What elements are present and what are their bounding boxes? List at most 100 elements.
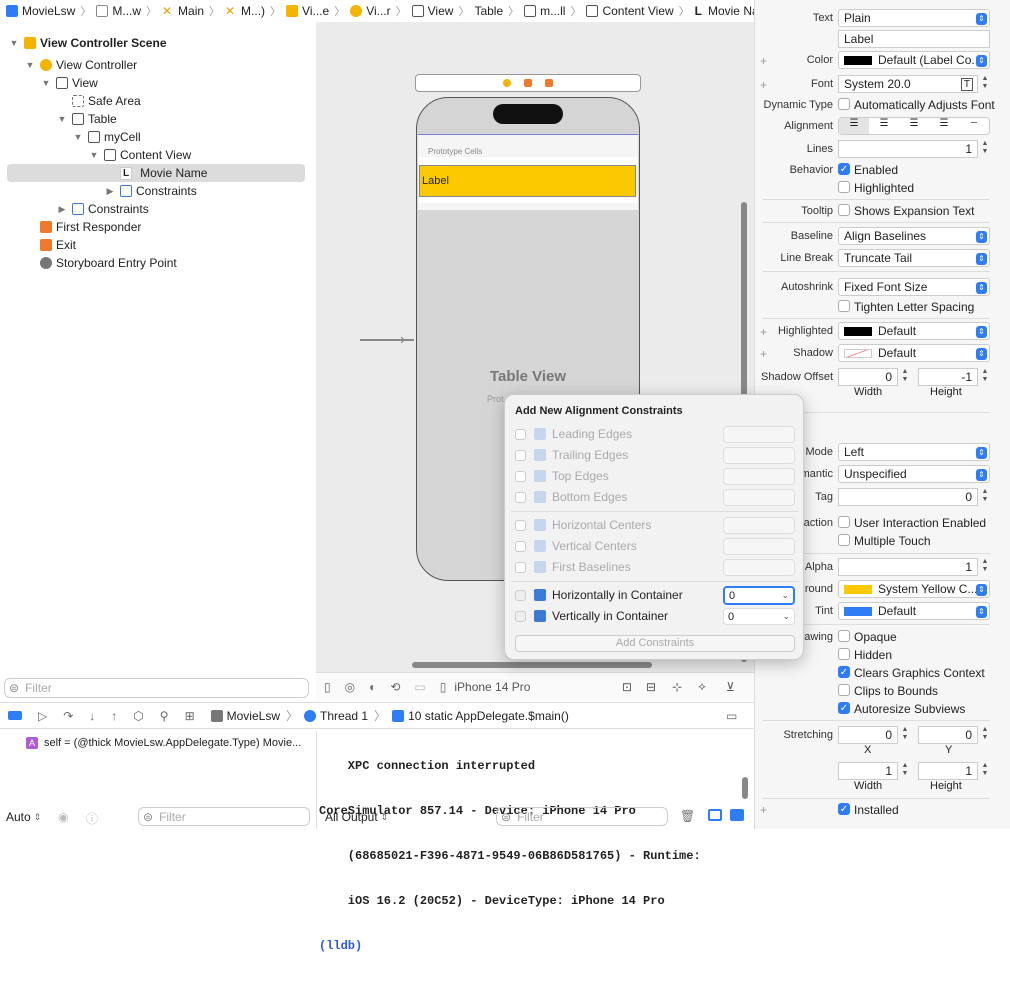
content-mode-popup[interactable]: Left ⇕ — [838, 443, 990, 461]
add-variation-icon[interactable]: + — [760, 803, 767, 817]
add-constraints-icon[interactable]: ⊹ — [672, 680, 682, 694]
vertically-in-container-option[interactable]: Vertically in Container — [515, 607, 668, 625]
alpha-stepper[interactable]: ▲ ▼ — [980, 558, 990, 576]
variable-row[interactable]: Aself = (@thick MovieLsw.AppDelegate.Typ… — [26, 737, 301, 749]
bottom-edges-offset[interactable] — [723, 489, 795, 506]
leading-edges-option[interactable]: Leading Edges — [515, 425, 632, 443]
semantic-popup[interactable]: Unspecified ⇕ — [838, 465, 990, 483]
stretch-y-field[interactable]: 0 — [918, 726, 978, 744]
outline-item-constraints-inner[interactable]: ▶ Constraints — [104, 182, 197, 200]
clears-context-checkbox[interactable]: ✓ — [838, 666, 850, 678]
alpha-field[interactable]: 1 — [838, 558, 978, 576]
appearance-icon[interactable]: ◐ — [369, 680, 376, 694]
lines-stepper[interactable]: ▲ ▼ — [980, 140, 990, 158]
outline-filter-input[interactable]: ⊜ Filter — [4, 678, 309, 698]
outline-item-scene[interactable]: ▼ View Controller Scene — [8, 34, 167, 52]
show-console-icon[interactable] — [730, 809, 744, 821]
highlighted-color-popup[interactable]: Default ⇕ — [838, 322, 990, 340]
first-baselines-offset[interactable] — [723, 559, 795, 576]
align-right-icon[interactable]: ☰ — [899, 118, 929, 134]
align-center-icon[interactable]: ☰ — [869, 118, 899, 134]
stretch-width-field[interactable]: 1 — [838, 762, 898, 780]
top-edges-offset[interactable] — [723, 468, 795, 485]
show-variables-icon[interactable] — [708, 809, 722, 821]
device-icon[interactable]: ▯ — [440, 680, 447, 694]
stretch-height-stepper[interactable]: ▲ ▼ — [980, 762, 990, 780]
vertical-centers-offset[interactable] — [723, 538, 795, 555]
toggle-debug-icon[interactable] — [8, 711, 22, 720]
vertically-in-container-checkbox[interactable] — [515, 610, 526, 622]
add-constraints-button[interactable]: Add Constraints — [515, 635, 795, 652]
enabled-checkbox[interactable]: ✓ — [838, 163, 850, 175]
tighten-checkbox[interactable] — [838, 300, 850, 312]
embed-icon[interactable]: ⊻ — [726, 680, 735, 694]
top-edges-checkbox[interactable] — [515, 470, 526, 482]
variables-filter-input[interactable]: ⊜ Filter — [138, 807, 310, 826]
step-over-icon[interactable]: ↷ — [63, 709, 73, 723]
horizontal-centers-checkbox[interactable] — [515, 519, 526, 531]
stretch-y-stepper[interactable]: ▲ ▼ — [980, 726, 990, 744]
memory-graph-icon[interactable]: ⚲ — [160, 709, 169, 723]
environment-icon[interactable]: ⊞ — [185, 709, 195, 723]
installed-checkbox[interactable]: ✓ — [838, 803, 850, 815]
tag-stepper[interactable]: ▲ ▼ — [980, 488, 990, 506]
font-field[interactable]: System 20.0 T — [838, 75, 978, 93]
align-icon[interactable]: ⊟ — [646, 680, 656, 694]
hidden-checkbox[interactable] — [838, 648, 850, 660]
trailing-edges-offset[interactable] — [723, 447, 795, 464]
vertical-centers-checkbox[interactable] — [515, 540, 526, 552]
trailing-edges-option[interactable]: Trailing Edges — [515, 446, 628, 464]
device-selector[interactable]: iPhone 14 Pro — [454, 680, 530, 694]
horizontal-centers-offset[interactable] — [723, 517, 795, 534]
console-toggle-icon[interactable]: ▭ — [726, 709, 737, 723]
quick-look-icon[interactable]: ◉ — [58, 810, 68, 824]
font-picker-icon[interactable]: T — [960, 78, 973, 91]
trailing-edges-checkbox[interactable] — [515, 449, 526, 461]
multiple-touch-checkbox[interactable] — [838, 534, 850, 546]
horizontal-container-offset[interactable]: 0 ⌄ — [723, 586, 795, 605]
shadow-height-stepper[interactable]: ▲ ▼ — [980, 368, 990, 386]
text-field[interactable]: Label — [838, 30, 990, 48]
disclosure-icon[interactable]: ▼ — [72, 132, 84, 142]
baseline-popup[interactable]: Align Baselines ⇕ — [838, 227, 990, 245]
shadow-width-stepper[interactable]: ▲ ▼ — [900, 368, 910, 386]
shadow-height-field[interactable]: -1 — [918, 368, 978, 386]
bottom-edges-checkbox[interactable] — [515, 491, 526, 503]
continue-icon[interactable]: ▷ — [38, 709, 47, 723]
console-scrollbar[interactable] — [742, 777, 748, 799]
top-edges-option[interactable]: Top Edges — [515, 467, 609, 485]
canvas-horizontal-scrollbar[interactable] — [412, 662, 652, 668]
dynamic-type-checkbox[interactable] — [838, 98, 850, 110]
accessibility-icon[interactable]: ◎ — [345, 680, 355, 694]
tag-field[interactable]: 0 — [838, 488, 978, 506]
shadow-width-field[interactable]: 0 — [838, 368, 898, 386]
leading-edges-checkbox[interactable] — [515, 428, 526, 440]
autoresize-checkbox[interactable]: ✓ — [838, 702, 850, 714]
resolve-issues-icon[interactable]: ⟡ — [698, 679, 706, 694]
autoshrink-popup[interactable]: Fixed Font Size ⇕ — [838, 278, 990, 296]
step-into-icon[interactable]: ↓ — [89, 709, 95, 723]
align-left-icon[interactable]: ☰ — [839, 118, 869, 134]
step-out-icon[interactable]: ↑ — [111, 709, 117, 723]
horizontally-in-container-option[interactable]: Horizontally in Container — [515, 586, 683, 604]
stretch-x-field[interactable]: 0 — [838, 726, 898, 744]
info-icon[interactable]: ⓘ — [86, 810, 98, 827]
lines-field[interactable]: 1 — [838, 140, 978, 158]
auto-selector[interactable]: Auto ⇕ — [6, 810, 41, 824]
console-filter-input[interactable]: ⊜ Filter — [496, 807, 668, 826]
tint-color-popup[interactable]: Default ⇕ — [838, 602, 990, 620]
output-selector[interactable]: All Output ⇕ — [325, 810, 388, 824]
update-frames-icon[interactable]: ⊡ — [622, 680, 632, 694]
align-justify-icon[interactable]: ☰ — [929, 118, 959, 134]
alignment-segmented[interactable]: ☰ ☰ ☰ ☰ ┄ — [838, 117, 990, 135]
leading-edges-offset[interactable] — [723, 426, 795, 443]
disclosure-icon[interactable]: ▶ — [104, 186, 116, 197]
stretch-width-stepper[interactable]: ▲ ▼ — [900, 762, 910, 780]
disclosure-icon[interactable]: ▼ — [8, 38, 20, 48]
line-break-popup[interactable]: Truncate Tail ⇕ — [838, 249, 990, 267]
stretch-x-stepper[interactable]: ▲ ▼ — [900, 726, 910, 744]
background-color-popup[interactable]: System Yellow C... ⇕ — [838, 580, 990, 598]
stretch-height-field[interactable]: 1 — [918, 762, 978, 780]
horizontal-centers-option[interactable]: Horizontal Centers — [515, 516, 651, 534]
tooltip-checkbox[interactable] — [838, 204, 850, 216]
